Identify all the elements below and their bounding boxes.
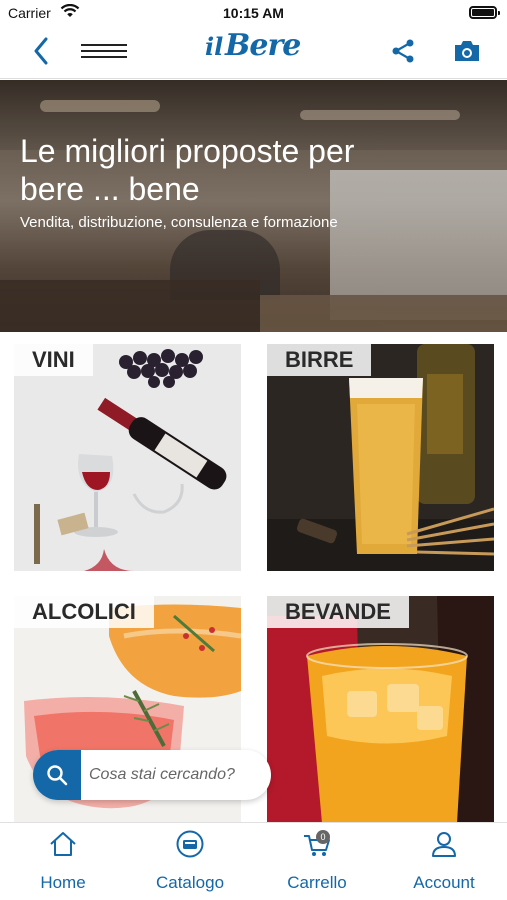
search-button[interactable] — [33, 750, 81, 800]
hero-subtitle: Vendita, distribuzione, consulenza e for… — [20, 214, 338, 231]
user-icon — [432, 832, 456, 857]
nav-bar: il Bere — [0, 26, 507, 79]
tab-bar: Home Catalogo Carrello 0 Account — [0, 822, 507, 900]
catalog-icon — [176, 830, 204, 858]
category-tile-birre[interactable]: BIRRE — [267, 344, 494, 571]
category-grid: VINI BIRRE ALCOLICI BEVANDE — [0, 332, 507, 823]
tab-label: Catalogo — [155, 873, 225, 892]
category-tile-vini[interactable]: VINI — [14, 344, 241, 571]
drinks-illustration — [267, 596, 494, 823]
tab-home[interactable]: Home — [0, 823, 126, 900]
hero-title: Le migliori proposte per bere ... bene — [20, 133, 355, 207]
menu-icon[interactable] — [80, 36, 128, 66]
category-label: ALCOLICI — [14, 596, 154, 628]
search-input[interactable] — [89, 750, 265, 800]
battery-icon — [469, 6, 500, 19]
category-label: BIRRE — [267, 344, 372, 376]
tab-catalogo[interactable]: Catalogo — [127, 823, 253, 900]
back-icon[interactable] — [26, 36, 56, 66]
beer-illustration — [267, 344, 494, 571]
cart-count-badge: 0 — [316, 830, 330, 844]
tab-label: Carrello — [287, 873, 347, 892]
logo-prefix: il — [205, 32, 224, 61]
category-tile-bevande[interactable]: BEVANDE — [267, 596, 494, 823]
tab-label: Account — [413, 873, 475, 892]
category-label: BEVANDE — [267, 596, 409, 628]
tab-account[interactable]: Account — [381, 823, 507, 900]
clock: 10:15 AM — [223, 5, 284, 21]
app-logo: il Bere — [203, 26, 303, 80]
category-label: VINI — [14, 344, 93, 376]
search-bar — [33, 750, 271, 800]
home-icon — [50, 832, 76, 856]
tab-label: Home — [40, 873, 86, 892]
camera-icon[interactable] — [452, 36, 482, 66]
logo-name: Bere — [225, 28, 301, 63]
search-icon — [47, 765, 68, 786]
share-icon[interactable] — [388, 36, 418, 66]
hero-banner: Le migliori proposte per bere ... bene V… — [0, 80, 507, 332]
status-bar: Carrier 10:15 AM — [0, 0, 507, 26]
wine-illustration — [34, 349, 227, 571]
